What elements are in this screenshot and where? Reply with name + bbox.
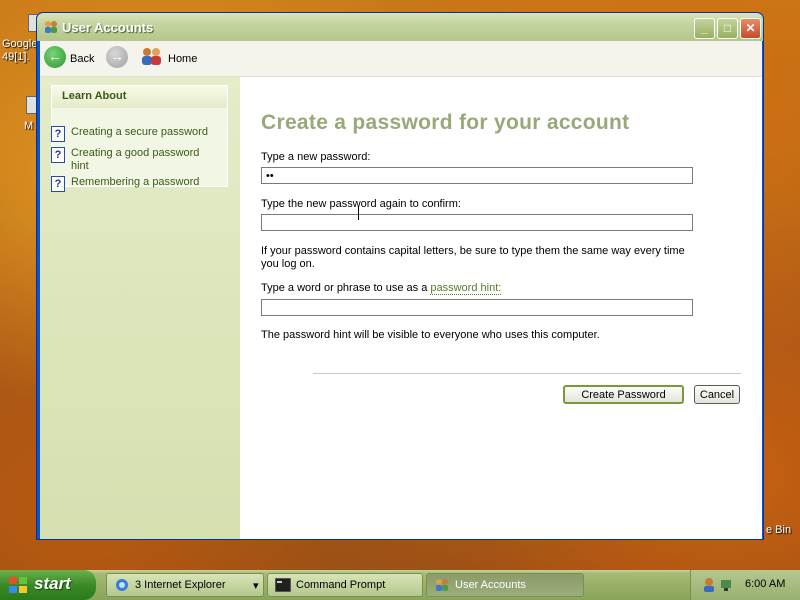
close-button[interactable]: ✕ bbox=[740, 18, 761, 39]
title-bar[interactable]: User Accounts _ □ ✕ bbox=[37, 13, 763, 41]
forward-arrow-icon[interactable]: → bbox=[106, 46, 128, 68]
password-hint-link[interactable]: password hint: bbox=[430, 282, 502, 295]
start-label: start bbox=[34, 574, 71, 593]
maximize-button[interactable]: □ bbox=[717, 18, 738, 39]
home-button[interactable]: Home bbox=[168, 53, 197, 65]
taskbar-item-label: User Accounts bbox=[455, 579, 526, 591]
help-icon: ? bbox=[51, 126, 65, 142]
taskbar: start 3 Internet Explorer ▾ Command Prom… bbox=[0, 570, 800, 600]
cancel-button[interactable]: Cancel bbox=[694, 385, 740, 404]
password-hint-input[interactable] bbox=[261, 299, 693, 316]
tray-user-icon[interactable] bbox=[701, 577, 717, 593]
content-area: Learn About ? Creating a secure password… bbox=[40, 77, 762, 539]
taskbar-item-label: 3 Internet Explorer bbox=[135, 579, 226, 591]
user-accounts-window: User Accounts _ □ ✕ ← Back → Home Learn … bbox=[36, 12, 764, 540]
learn-link-label[interactable]: Remembering a password bbox=[71, 176, 211, 189]
new-password-label: Type a new password: bbox=[261, 151, 371, 163]
clock[interactable]: 6:00 AM bbox=[745, 578, 785, 590]
confirm-password-input[interactable] bbox=[261, 214, 693, 231]
start-button[interactable]: start bbox=[0, 570, 96, 600]
hint-visibility-note: The password hint will be visible to eve… bbox=[261, 329, 600, 341]
help-icon: ? bbox=[51, 147, 65, 163]
desktop-label-recycle-bin: e Bin bbox=[766, 524, 792, 536]
learn-item-password-hint[interactable]: ? Creating a good password hint bbox=[51, 147, 211, 173]
text-cursor-icon bbox=[358, 206, 363, 220]
windows-logo-icon bbox=[9, 577, 27, 593]
user-accounts-icon bbox=[436, 579, 448, 591]
internet-explorer-icon bbox=[116, 579, 128, 591]
learn-item-secure-password[interactable]: ? Creating a secure password bbox=[51, 126, 211, 142]
command-prompt-icon bbox=[275, 578, 291, 592]
desktop-label-m: M bbox=[24, 120, 34, 132]
taskbar-item-label: Command Prompt bbox=[296, 579, 386, 591]
desktop-label-google: Google bbox=[2, 38, 38, 50]
desktop-label-49: 49[1]. bbox=[2, 51, 30, 63]
create-password-button[interactable]: Create Password bbox=[563, 385, 684, 404]
taskbar-item-command-prompt[interactable]: Command Prompt bbox=[267, 573, 423, 597]
taskbar-item-user-accounts[interactable]: User Accounts bbox=[426, 573, 584, 597]
tray-network-icon[interactable] bbox=[719, 577, 735, 593]
learn-about-heading: Learn About bbox=[52, 86, 227, 108]
divider bbox=[313, 373, 741, 374]
home-icon[interactable] bbox=[141, 46, 163, 66]
minimize-button[interactable]: _ bbox=[694, 18, 715, 39]
learn-item-remembering-password[interactable]: ? Remembering a password bbox=[51, 176, 211, 192]
navigation-bar: ← Back → Home bbox=[40, 41, 762, 77]
password-hint-label: Type a word or phrase to use as a passwo… bbox=[261, 282, 502, 295]
system-tray: 6:00 AM bbox=[690, 570, 800, 600]
page-title: Create a password for your account bbox=[261, 111, 630, 134]
task-pane: Learn About ? Creating a secure password… bbox=[40, 77, 240, 539]
user-accounts-icon bbox=[45, 21, 57, 33]
new-password-input[interactable] bbox=[261, 167, 693, 184]
learn-link-label[interactable]: Creating a secure password bbox=[71, 126, 211, 139]
window-title: User Accounts bbox=[62, 20, 154, 35]
learn-link-label[interactable]: Creating a good password hint bbox=[71, 147, 211, 173]
taskbar-item-internet-explorer[interactable]: 3 Internet Explorer ▾ bbox=[106, 573, 264, 597]
chevron-down-icon[interactable]: ▾ bbox=[253, 579, 259, 592]
capital-letters-note: If your password contains capital letter… bbox=[261, 245, 685, 270]
help-icon: ? bbox=[51, 176, 65, 192]
back-arrow-icon[interactable]: ← bbox=[44, 46, 66, 68]
back-button[interactable]: Back bbox=[70, 53, 94, 65]
password-hint-label-text: Type a word or phrase to use as a bbox=[261, 282, 431, 294]
